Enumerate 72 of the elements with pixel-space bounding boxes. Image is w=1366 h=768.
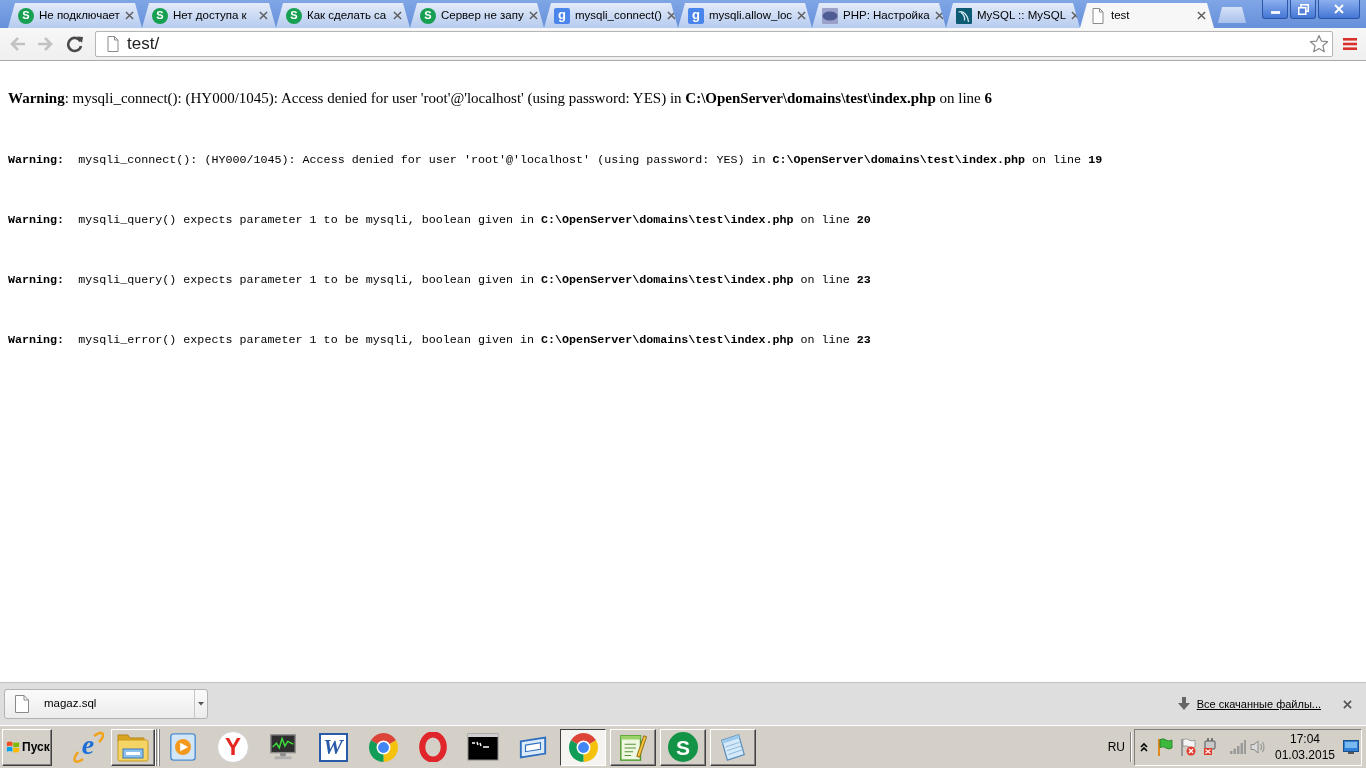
browser-tab[interactable]: S Не подключает <box>8 3 142 28</box>
plug-error-icon[interactable] <box>1203 738 1219 756</box>
notepad-pencil-icon <box>618 732 648 762</box>
language-indicator[interactable]: RU <box>1107 738 1125 756</box>
address-field[interactable]: test/ <box>95 31 1333 57</box>
all-downloads-link[interactable]: Все скачанные файлы... <box>1196 695 1321 713</box>
warning-message: Warning: mysqli_error() expects parameter 1 to be mysqli, boolean given in C:\OpenServer\domains\test\index.php on line 23 <box>8 333 871 347</box>
close-icon[interactable] <box>934 11 944 20</box>
wheel-logo-icon <box>567 731 599 763</box>
caret-icon[interactable] <box>198 702 204 706</box>
y-logo-icon[interactable]: Y <box>217 731 249 763</box>
menu-icon[interactable] <box>1343 37 1357 51</box>
warning-message: Warning: mysqli_connect(): (HY000/1045): Access denied for user 'root'@'localhost' (using password: YES) in C:\OpenServer\domains\test\index.php on line 6 <box>8 89 992 107</box>
browser-tab[interactable]: S Нет доступа к <box>142 3 276 28</box>
swoosh-logo-icon <box>956 7 972 24</box>
taskbar-button[interactable] <box>560 728 606 766</box>
s-logo-icon: S <box>420 7 436 24</box>
restore-button[interactable] <box>1290 0 1316 19</box>
browser-tab[interactable]: test <box>1080 3 1214 28</box>
close-icon[interactable] <box>259 11 268 20</box>
monitor-graph-icon[interactable] <box>268 732 298 762</box>
desktop-icon[interactable] <box>1343 740 1359 754</box>
s-logo-icon: S <box>18 7 34 24</box>
oval-ring-icon[interactable] <box>418 732 448 762</box>
browser-tab[interactable]: g mysqli_connect() <box>544 3 678 28</box>
close-icon[interactable] <box>797 11 807 20</box>
close-icon[interactable] <box>1343 699 1352 709</box>
notepad-icon <box>718 732 748 762</box>
download-item[interactable]: magaz.sql <box>4 689 208 719</box>
close-window-button[interactable] <box>1318 0 1360 19</box>
download-arrow-icon <box>1177 697 1190 711</box>
close-icon[interactable] <box>666 11 676 20</box>
folder-icon <box>117 732 149 762</box>
flag-error-icon[interactable] <box>1180 738 1196 756</box>
close-icon[interactable] <box>528 11 538 20</box>
start-button[interactable]: Пуск <box>2 728 52 766</box>
warning-message: Warning: mysqli_connect(): (HY000/1045): Access denied for user 'root'@'localhost' (using password: YES) in C:\OpenServer\domains\test\index.php on line 19 <box>8 153 1103 167</box>
warning-message: Warning: mysqli_query() expects parameter 1 to be mysqli, boolean given in C:\OpenServer\domains\test\index.php on line 20 <box>8 213 871 227</box>
terminal-icon[interactable] <box>467 733 499 761</box>
star-icon[interactable] <box>1309 34 1329 54</box>
close-icon[interactable] <box>1197 11 1206 20</box>
browser-tab[interactable]: S Сервер не запу <box>410 3 544 28</box>
restore-icon <box>1297 3 1309 15</box>
browser-tab[interactable]: g mysqli.allow_loc <box>678 3 812 28</box>
browser-tab[interactable]: PHP: Настройка <box>812 3 946 28</box>
windows-flag-icon <box>6 740 20 754</box>
close-icon[interactable] <box>125 11 134 20</box>
close-icon[interactable] <box>393 11 402 20</box>
wheel-logo-icon[interactable] <box>367 731 399 763</box>
page-icon <box>105 36 121 52</box>
clock-date[interactable]: 01.03.2015 <box>1274 747 1336 763</box>
oval-logo-icon <box>822 7 838 24</box>
g-logo-icon: g <box>554 7 570 24</box>
browser-tab[interactable]: MySQL :: MySQL <box>946 3 1080 28</box>
clock-time[interactable]: 17:04 <box>1290 731 1320 747</box>
file-icon <box>15 695 29 713</box>
flag-icon[interactable] <box>1157 738 1173 756</box>
s-logo-icon: S <box>286 7 302 24</box>
minimize-icon <box>1270 10 1280 14</box>
page-icon <box>1090 7 1106 24</box>
s-logo-icon: S <box>152 7 168 24</box>
taskbar-button[interactable]: S <box>660 728 706 766</box>
g-logo-icon: g <box>688 7 704 24</box>
close-icon <box>1334 4 1344 14</box>
minimize-button[interactable] <box>1262 0 1288 19</box>
reload-icon[interactable] <box>66 35 84 53</box>
browser-tab[interactable]: S Как сделать са <box>276 3 410 28</box>
chevron-up-icon[interactable] <box>1140 742 1148 752</box>
play-tile-icon[interactable] <box>168 732 198 762</box>
s-logo-icon: S <box>668 732 698 762</box>
w-document-icon[interactable]: W <box>318 732 348 762</box>
warning-message: Warning: mysqli_query() expects parameter 1 to be mysqli, boolean given in C:\OpenServer\domains\test\index.php on line 23 <box>8 273 871 287</box>
